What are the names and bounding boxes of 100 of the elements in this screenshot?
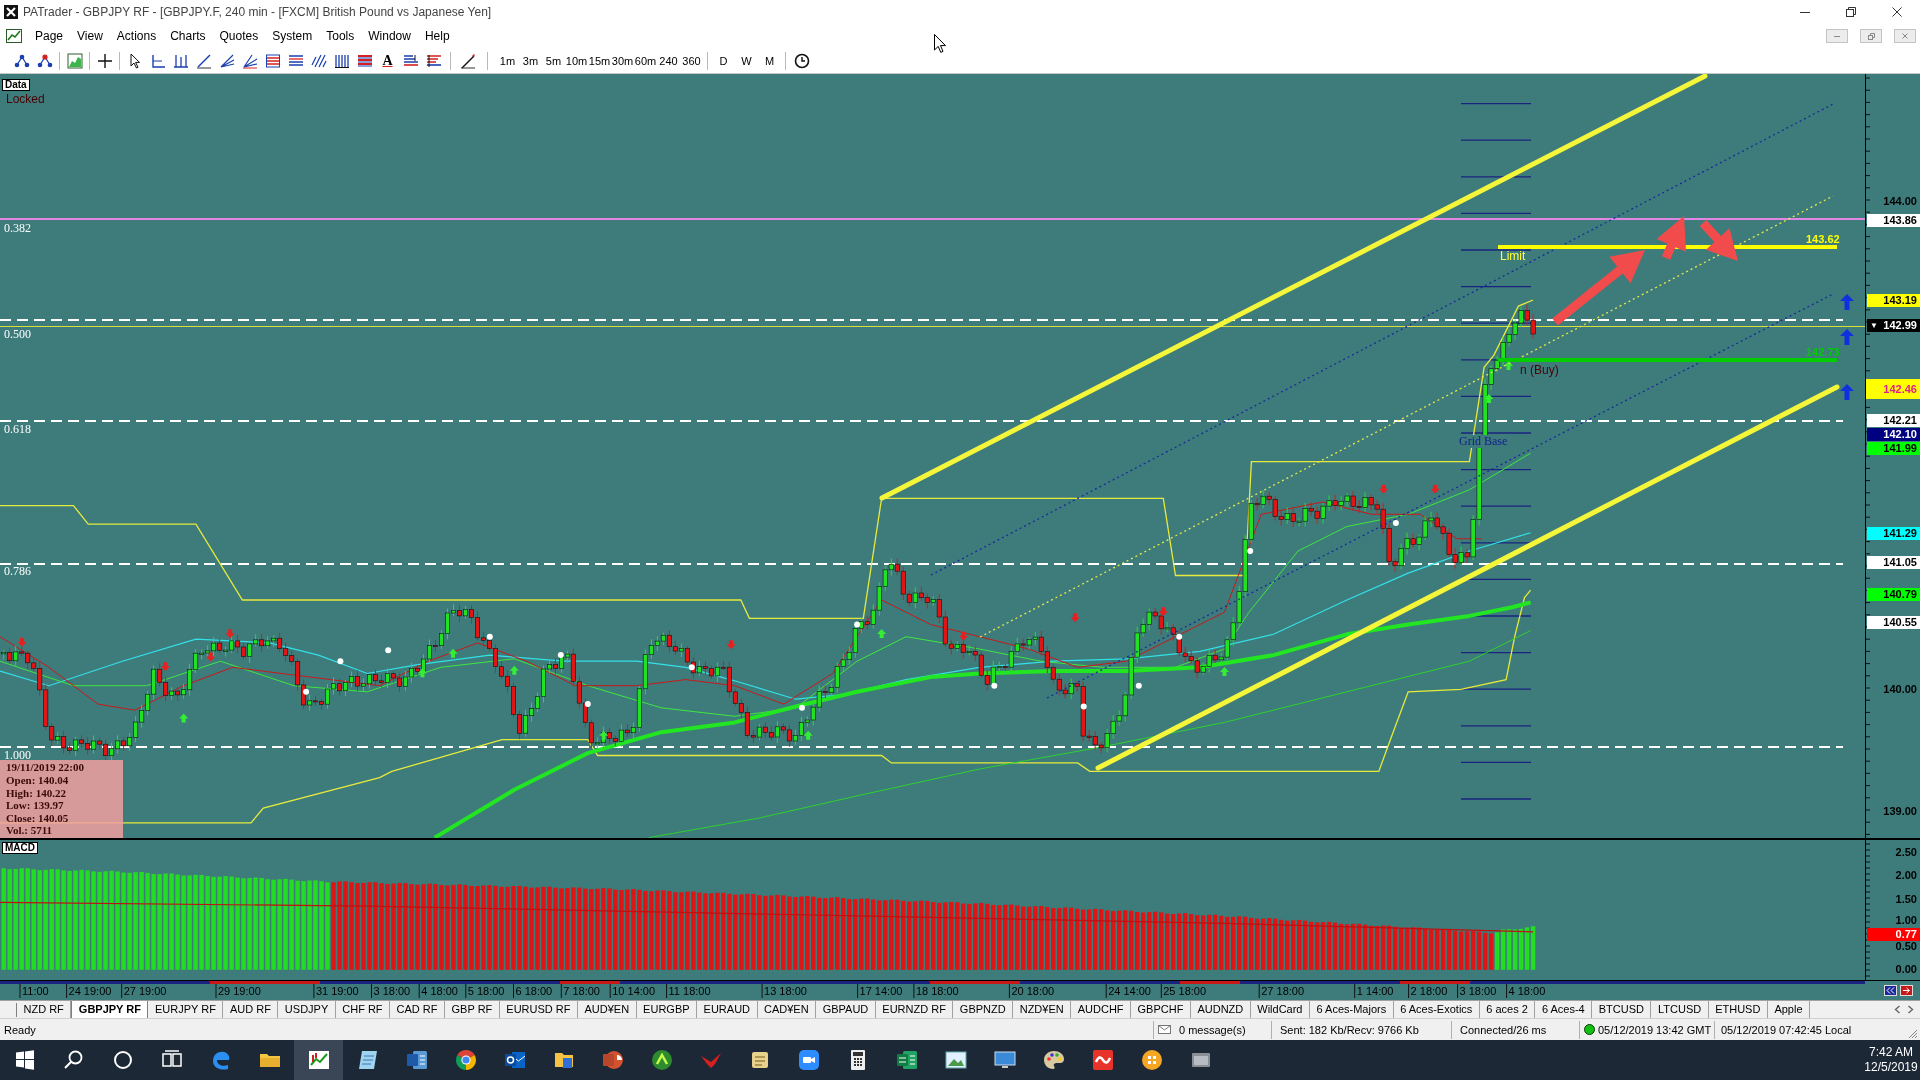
restore-button[interactable] (1860, 29, 1882, 43)
tab[interactable]: GBPJPY RF (71, 1001, 149, 1018)
stacked-lines-icon[interactable] (425, 52, 442, 69)
local-time: 05/12/2019 07:42:45 Local (1721, 1022, 1852, 1038)
menu-item[interactable]: Charts (163, 26, 213, 46)
restore-icon[interactable] (1846, 7, 1856, 17)
date-label: 7 18:00 (563, 985, 600, 997)
document-tile-icon[interactable] (404, 1048, 429, 1072)
vertical-lines-icon[interactable] (172, 52, 189, 69)
menu-item[interactable]: System (265, 26, 320, 46)
up-arrow-marker (179, 713, 189, 723)
data-button[interactable]: Data (2, 79, 30, 91)
date-label: 5 18:00 (467, 985, 505, 997)
date-label: 13 18:00 (764, 985, 807, 997)
menu-item[interactable]: Help (417, 26, 457, 46)
axis-label: 2.50 (1895, 846, 1917, 858)
corner-lines-icon[interactable] (149, 52, 166, 69)
clock-date[interactable]: 12/5/2019 (1864, 1060, 1918, 1075)
timeframe-button[interactable]: 360 (680, 50, 703, 71)
grid-circle-icon[interactable] (1139, 1048, 1164, 1072)
slides-tile-icon[interactable] (600, 1048, 625, 1072)
menu-item[interactable]: View (70, 26, 110, 46)
stacked-lines-icon[interactable] (287, 52, 304, 69)
menu-item[interactable]: Tools (319, 26, 362, 46)
pencil-line-icon[interactable] (459, 52, 476, 69)
dot-marker (1176, 633, 1183, 640)
info-value: Vol.: 5711 (6, 824, 54, 837)
period-button[interactable]: W (735, 50, 758, 71)
minimize-icon[interactable] (1800, 11, 1810, 13)
resize-grip-icon[interactable] (1908, 1028, 1918, 1039)
date-label: 4 18:00 (1508, 985, 1546, 997)
chart-tile-icon[interactable] (306, 1048, 331, 1072)
crosshair-icon[interactable] (96, 52, 113, 69)
date-label: 11 18:00 (668, 985, 711, 997)
fibonacci-level-label: 0.382 (4, 222, 31, 234)
network-nodes-icon[interactable] (36, 52, 53, 69)
dot-marker (1247, 548, 1254, 554)
timeframe-button[interactable]: 30m (611, 50, 634, 71)
date-label: 3 18:00 (1459, 985, 1497, 997)
hatched-channel-icon[interactable] (310, 52, 327, 69)
text-tool-button[interactable]: A (376, 49, 399, 72)
stacked-lines-icon[interactable] (356, 52, 373, 69)
timeframe-button[interactable]: 3m (519, 50, 542, 71)
menu-item[interactable]: Quotes (212, 26, 266, 46)
fan-lines-icon[interactable] (218, 52, 235, 69)
active-taskbar-button[interactable] (294, 1040, 343, 1080)
date-label: 24 19:00 (68, 985, 112, 997)
wave-tile-icon[interactable] (1090, 1048, 1115, 1072)
timeframe-button[interactable]: 15m (588, 50, 611, 71)
up-arrow-marker (1220, 667, 1229, 676)
indicator-label: MACD (2, 842, 38, 854)
chevron-circle-icon[interactable] (649, 1048, 674, 1072)
clock-icon[interactable] (793, 52, 810, 69)
stacked-lines-icon[interactable] (402, 52, 419, 69)
period-button[interactable]: M (758, 50, 781, 71)
info-value: Close: 140.05 (6, 811, 70, 824)
menu-item[interactable]: Actions (109, 26, 164, 46)
axis-label: 0.50 (1895, 940, 1917, 952)
axis-label: 144.00 (1883, 195, 1917, 207)
browser-circle-icon[interactable] (453, 1048, 478, 1072)
price-tag: 140.55 (1867, 615, 1920, 629)
area-chart-icon[interactable] (66, 52, 83, 69)
down-arrow-marker (225, 629, 235, 639)
period-button[interactable]: D (712, 50, 735, 71)
network-nodes-icon[interactable] (13, 52, 30, 69)
menu-item[interactable]: Window (361, 26, 418, 46)
fibonacci-level-label: 0.786 (4, 565, 31, 577)
timeframe-button[interactable]: 240 (657, 50, 680, 71)
price-tag: 0.77 (1867, 927, 1920, 941)
close-button[interactable] (1894, 29, 1916, 43)
timeframe-button[interactable]: 1m (496, 50, 519, 71)
vertical-bars-icon[interactable] (333, 52, 350, 69)
order-price-label: 142.73 (1806, 347, 1840, 358)
timeframe-button[interactable]: 60m (634, 50, 657, 71)
cross-logo-icon (4, 5, 18, 19)
spreadsheet-tile-icon[interactable] (894, 1048, 919, 1072)
palette-icon[interactable] (1041, 1048, 1066, 1072)
timeframe-button[interactable]: 5m (542, 50, 565, 71)
clock-time[interactable]: 7:42 AM (1869, 1045, 1913, 1060)
dot-marker (337, 658, 344, 665)
timeframe-button[interactable]: 10m (565, 50, 588, 71)
down-arrow-marker (1430, 484, 1440, 494)
close-icon[interactable] (1892, 7, 1902, 17)
chevron-left-icon[interactable] (1894, 1005, 1901, 1014)
date-label: 29 19:00 (217, 985, 261, 997)
up-arrow-marker (448, 648, 458, 658)
down-arrow-marker (17, 637, 27, 647)
down-arrow-marker (959, 631, 969, 641)
trendline-icon[interactable] (195, 52, 212, 69)
video-camera-icon[interactable] (796, 1048, 821, 1072)
striped-box-icon[interactable] (264, 52, 281, 69)
menu-item[interactable]: Page (28, 26, 71, 46)
double-chevron-left-icon[interactable] (1884, 985, 1897, 996)
fan-lines-icon[interactable] (241, 52, 258, 69)
picture-tile-icon[interactable] (943, 1048, 968, 1072)
chevron-right-icon[interactable] (1907, 1005, 1914, 1014)
dot-marker (854, 621, 861, 628)
dot-marker (1080, 703, 1087, 710)
date-label: 31 19:00 (315, 985, 359, 997)
arrow-right-icon[interactable] (1900, 985, 1913, 996)
